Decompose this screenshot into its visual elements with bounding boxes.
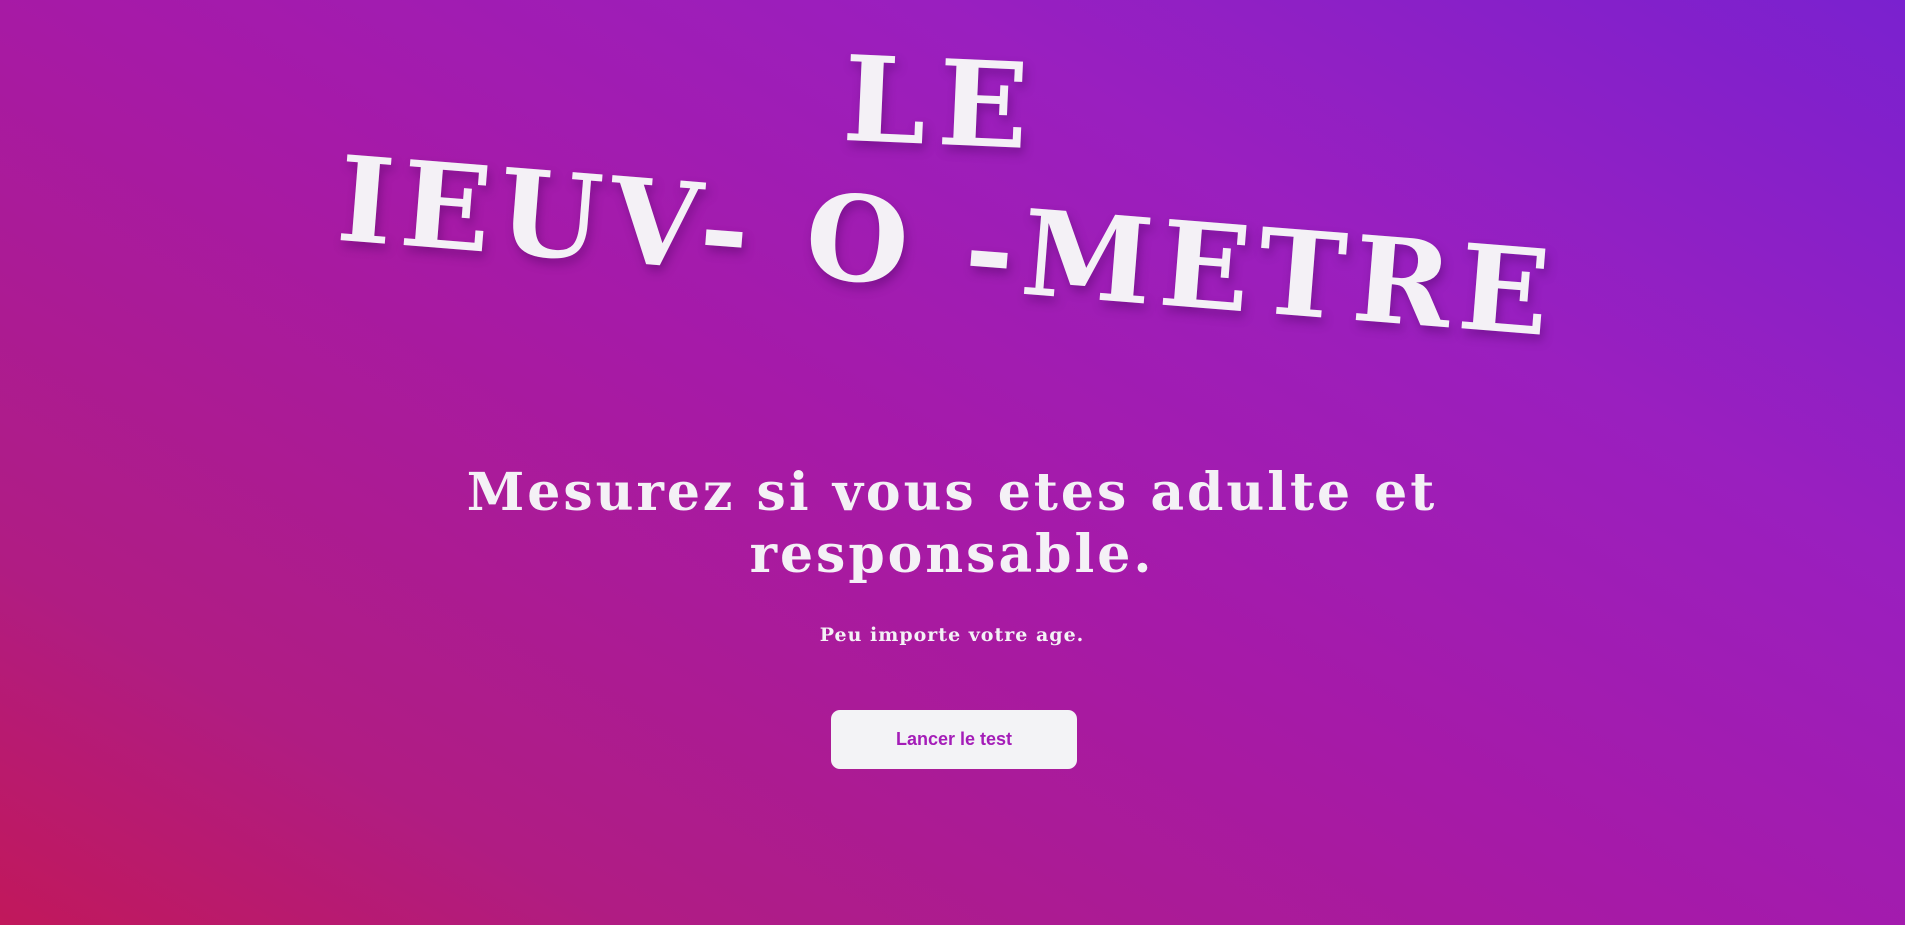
start-test-button-label: Lancer le test: [895, 729, 1013, 749]
start-test-button[interactable]: Lancer le test: [831, 710, 1077, 769]
page-subtitle: Peu importe votre age.: [819, 624, 1085, 646]
app-title: LE IEUV- O -METRE: [0, 0, 1905, 363]
page-headline: Mesurez si vous etes adulte et responsab…: [466, 462, 1438, 585]
title-line-1: LE: [840, 29, 1044, 177]
